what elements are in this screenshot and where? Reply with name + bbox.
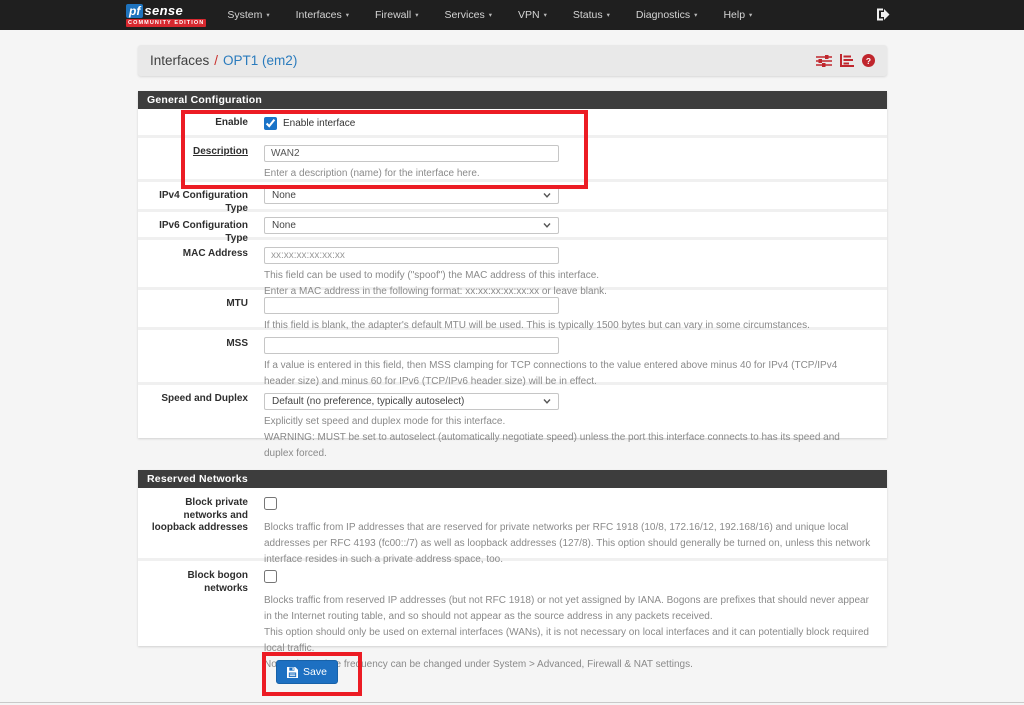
menu-system[interactable]: System ▾ xyxy=(214,0,282,30)
breadcrumb-actions: ? xyxy=(816,54,875,68)
description-help-text: Enter a description (name) for the inter… xyxy=(264,166,871,182)
related-status-icon[interactable] xyxy=(840,54,854,67)
ipv4-config-type-select[interactable]: None xyxy=(264,187,559,204)
breadcrumb-section: Interfaces xyxy=(150,53,209,68)
speed-duplex-help-line1: Explicitly set speed and duplex mode for… xyxy=(264,414,871,430)
block-bogon-help-line1: Blocks traffic from reserved IP addresse… xyxy=(264,593,871,625)
mss-input[interactable] xyxy=(264,337,559,354)
ipv4-config-type-value: None xyxy=(272,190,296,201)
speed-duplex-label: Speed and Duplex xyxy=(138,385,248,438)
caret-down-icon: ▾ xyxy=(489,11,492,19)
pfsense-logo-pf: pf xyxy=(126,4,143,18)
menu-status-label: Status xyxy=(573,9,603,21)
status-chart-icon-glyph xyxy=(840,54,854,67)
related-settings-icon[interactable] xyxy=(816,54,832,68)
form-row-speed-duplex: Speed and Duplex Default (no preference,… xyxy=(138,385,887,438)
form-row-block-bogon: Block bogon networks Blocks traffic from… xyxy=(138,561,887,646)
mac-address-label: MAC Address xyxy=(138,240,248,287)
menu-diagnostics[interactable]: Diagnostics ▾ xyxy=(623,0,711,30)
mac-address-help-line1: This field can be used to modify ("spoof… xyxy=(264,268,871,284)
caret-down-icon: ▾ xyxy=(346,11,349,19)
mss-label: MSS xyxy=(138,330,248,382)
block-bogon-help-line3: Note: The update frequency can be change… xyxy=(264,657,871,673)
form-actions: Save xyxy=(276,660,338,684)
breadcrumb: Interfaces / OPT1 (em2) xyxy=(138,45,887,76)
menu-system-label: System xyxy=(227,9,262,21)
save-button-label: Save xyxy=(303,666,327,678)
caret-down-icon: ▾ xyxy=(694,11,697,19)
menu-vpn-label: VPN xyxy=(518,9,540,21)
sign-out-icon[interactable] xyxy=(876,8,890,21)
mtu-label: MTU xyxy=(138,290,248,327)
pfsense-interface-config-page: pf sense COMMUNITY EDITION System ▾ Inte… xyxy=(0,0,1024,705)
menu-interfaces-label: Interfaces xyxy=(296,9,342,21)
caret-down-icon: ▾ xyxy=(266,11,269,19)
main-menu: System ▾ Interfaces ▾ Firewall ▾ Service… xyxy=(214,0,765,30)
enable-interface-checkbox[interactable] xyxy=(264,117,277,130)
breadcrumb-separator: / xyxy=(214,53,218,68)
block-bogon-label: Block bogon networks xyxy=(138,561,248,646)
reserved-networks-panel: Reserved Networks Block private networks… xyxy=(138,470,887,646)
ipv6-config-type-label: IPv6 Configuration Type xyxy=(138,212,248,237)
menu-firewall[interactable]: Firewall ▾ xyxy=(362,0,431,30)
menu-firewall-label: Firewall xyxy=(375,9,411,21)
form-row-mac-address: MAC Address This field can be used to mo… xyxy=(138,240,887,290)
form-row-ipv6-type: IPv6 Configuration Type None xyxy=(138,212,887,240)
speed-duplex-help-line2: WARNING: MUST be set to autoselect (auto… xyxy=(264,430,871,462)
block-bogon-checkbox[interactable] xyxy=(264,570,277,583)
general-configuration-panel: General Configuration Enable Enable inte… xyxy=(138,91,887,438)
caret-down-icon: ▾ xyxy=(544,11,547,19)
menu-interfaces[interactable]: Interfaces ▾ xyxy=(283,0,362,30)
ipv4-config-type-label: IPv4 Configuration Type xyxy=(138,182,248,209)
chevron-down-icon xyxy=(543,193,551,198)
form-row-description: Description Enter a description (name) f… xyxy=(138,138,887,182)
form-row-ipv4-type: IPv4 Configuration Type None xyxy=(138,182,887,212)
speed-duplex-select[interactable]: Default (no preference, typically autose… xyxy=(264,393,559,410)
block-private-checkbox[interactable] xyxy=(264,497,277,510)
description-label: Description xyxy=(138,138,248,179)
panel-title: Reserved Networks xyxy=(138,470,887,488)
speed-duplex-value: Default (no preference, typically autose… xyxy=(272,396,464,407)
pfsense-logo-sense: sense xyxy=(144,3,183,18)
enable-interface-checkbox-text: Enable interface xyxy=(283,118,355,129)
save-button[interactable]: Save xyxy=(276,660,338,684)
help-icon[interactable]: ? xyxy=(862,54,875,67)
panel-title: General Configuration xyxy=(138,91,887,109)
menu-status[interactable]: Status ▾ xyxy=(560,0,623,30)
menu-services-label: Services xyxy=(444,9,484,21)
block-bogon-help-line2: This option should only be used on exter… xyxy=(264,625,871,657)
community-edition-badge: COMMUNITY EDITION xyxy=(126,19,206,27)
form-row-enable: Enable Enable interface xyxy=(138,109,887,138)
description-input[interactable] xyxy=(264,145,559,162)
page-bottom-divider xyxy=(0,702,1024,703)
caret-down-icon: ▾ xyxy=(607,11,610,19)
ipv6-config-type-value: None xyxy=(272,220,296,231)
floppy-disk-icon xyxy=(287,667,298,678)
pfsense-logo[interactable]: pf sense COMMUNITY EDITION xyxy=(126,3,206,27)
enable-interface-option[interactable]: Enable interface xyxy=(264,117,877,130)
caret-down-icon: ▾ xyxy=(415,11,418,19)
caret-down-icon: ▾ xyxy=(749,11,752,19)
sliders-icon-glyph xyxy=(816,54,832,68)
menu-help[interactable]: Help ▾ xyxy=(710,0,765,30)
pfsense-logo-wordmark: pf sense xyxy=(126,3,206,18)
enable-label: Enable xyxy=(138,109,248,135)
chevron-down-icon xyxy=(543,399,551,404)
form-row-block-private: Block private networks and loopback addr… xyxy=(138,488,887,561)
chevron-down-icon xyxy=(543,223,551,228)
menu-help-label: Help xyxy=(723,9,745,21)
block-private-label: Block private networks and loopback addr… xyxy=(138,488,248,558)
menu-vpn[interactable]: VPN ▾ xyxy=(505,0,560,30)
breadcrumb-page-link[interactable]: OPT1 (em2) xyxy=(223,53,297,68)
mac-address-input[interactable] xyxy=(264,247,559,264)
sign-out-icon-glyph xyxy=(876,8,890,21)
menu-services[interactable]: Services ▾ xyxy=(431,0,505,30)
top-navbar: pf sense COMMUNITY EDITION System ▾ Inte… xyxy=(0,0,1024,30)
mtu-input[interactable] xyxy=(264,297,559,314)
ipv6-config-type-select[interactable]: None xyxy=(264,217,559,234)
form-row-mtu: MTU If this field is blank, the adapter'… xyxy=(138,290,887,330)
form-row-mss: MSS If a value is entered in this field,… xyxy=(138,330,887,385)
menu-diagnostics-label: Diagnostics xyxy=(636,9,690,21)
